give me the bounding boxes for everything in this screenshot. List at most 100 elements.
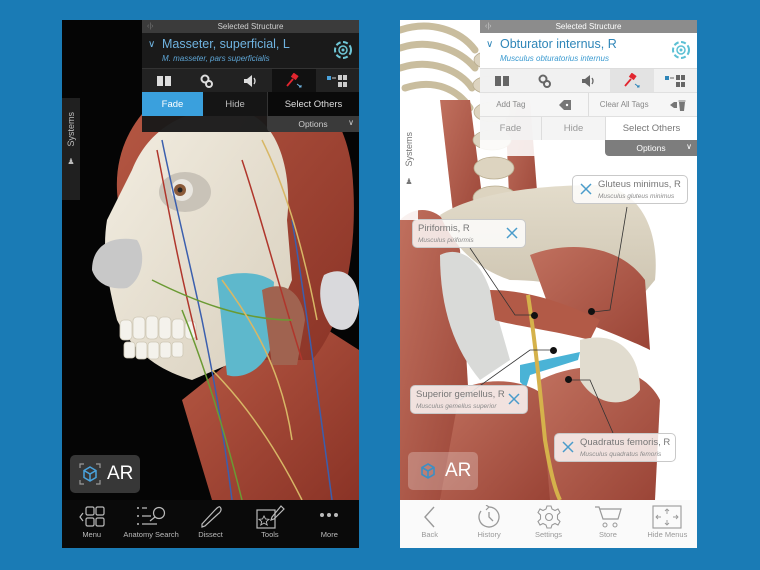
structure-latin-name: Musculus obturatorius internus (500, 54, 609, 63)
callout-name: Piriformis, R (418, 223, 470, 234)
speaker-icon (243, 74, 256, 87)
focus-target-icon[interactable] (671, 40, 691, 60)
close-icon[interactable] (561, 440, 575, 454)
history-label: History (477, 530, 501, 539)
panel-titlebar[interactable]: ‹|› Selected Structure (142, 20, 359, 33)
more-label: More (320, 530, 338, 539)
trash-tags-icon (670, 100, 686, 111)
structure-header[interactable]: ∨ Obturator internus, R Musculus obturat… (480, 33, 697, 68)
systems-tab-label: Systems (66, 112, 76, 147)
ar-cube-icon (79, 463, 101, 485)
options-button[interactable]: Options ∨ (267, 116, 359, 132)
isolate-button[interactable] (316, 69, 359, 92)
panel-titlebar[interactable]: ‹|› Selected Structure (480, 20, 697, 33)
bottom-toolbar: Back History Settings Store Hide Menus (400, 500, 697, 548)
anatomy-search-button[interactable]: Anatomy Search (121, 500, 180, 548)
panel-nav-arrows[interactable]: ‹|› (147, 20, 153, 33)
callout-name: Gluteus minimus, R (598, 179, 681, 190)
options-label: Options (636, 143, 666, 153)
fade-button[interactable]: Fade (142, 92, 203, 116)
callout-piriformis[interactable]: Piriformis, R Musculus piriformis (412, 219, 526, 248)
ar-cube-icon (421, 463, 435, 479)
hide-button[interactable]: Hide (203, 92, 267, 116)
dissect-button[interactable]: Dissect (181, 500, 240, 548)
collapse-chevron-icon[interactable]: ∨ (486, 39, 493, 50)
callout-quadratus-femoris[interactable]: Quadratus femoris, R Musculus quadratus … (554, 433, 676, 462)
callout-name: Superior gemellus, R (416, 389, 505, 400)
audio-button[interactable] (567, 69, 610, 92)
callout-latin: Musculus gluteus minimus (598, 193, 675, 200)
callout-gluteus-minimus[interactable]: Gluteus minimus, R Musculus gluteus mini… (572, 175, 688, 204)
ar-label: AR (445, 460, 472, 481)
book-button[interactable] (480, 69, 523, 92)
right-phone-screen: Gluteus minimus, R Musculus gluteus mini… (400, 20, 697, 548)
more-icon (320, 513, 339, 517)
structure-pin[interactable] (531, 312, 538, 319)
collapse-chevron-icon[interactable]: ∨ (148, 39, 155, 50)
stethoscope-icon (200, 74, 214, 88)
audio-button[interactable] (229, 69, 272, 92)
tag-icon (558, 99, 571, 110)
history-icon (478, 505, 500, 528)
history-button[interactable]: History (459, 500, 518, 548)
hide-button[interactable]: Hide (541, 117, 605, 140)
systems-tab-label: Systems (404, 132, 414, 167)
add-tag-button[interactable]: Add Tag (480, 93, 588, 116)
close-icon[interactable] (507, 392, 521, 406)
bottom-toolbar: Menu Anatomy Search Dissect Tools More (62, 500, 359, 548)
tools-button[interactable]: Tools (240, 500, 299, 548)
hide-menus-button[interactable]: Hide Menus (638, 500, 697, 548)
select-others-button[interactable]: Select Others (605, 117, 697, 140)
stethoscope-icon (538, 74, 552, 88)
add-tag-label: Add Tag (496, 100, 526, 109)
back-icon (423, 506, 435, 528)
stethoscope-button[interactable] (523, 69, 566, 92)
structure-pin[interactable] (565, 376, 572, 383)
structure-pin[interactable] (550, 347, 557, 354)
focus-target-icon[interactable] (333, 40, 353, 60)
chevron-down-icon: ∨ (348, 118, 354, 127)
isolate-button[interactable] (654, 69, 697, 92)
clear-all-tags-button[interactable]: Clear All Tags (588, 93, 697, 116)
fade-button[interactable]: Fade (480, 117, 541, 140)
callout-name: Quadratus femoris, R (580, 437, 671, 448)
panel-nav-arrows[interactable]: ‹|› (485, 20, 491, 33)
close-icon[interactable] (505, 226, 519, 240)
tools-icon (256, 505, 285, 529)
callout-latin: Musculus piriformis (418, 237, 474, 244)
systems-tab[interactable]: Systems ♟ (400, 118, 418, 220)
isolate-icon (327, 74, 348, 87)
select-others-button[interactable]: Select Others (267, 92, 359, 116)
options-button[interactable]: Options ∨ (605, 140, 697, 156)
more-button[interactable]: More (300, 500, 359, 548)
back-button[interactable]: Back (400, 500, 459, 548)
panel-title: Selected Structure (555, 22, 622, 31)
pin-tool-button[interactable] (610, 69, 654, 92)
callout-superior-gemellus[interactable]: Superior gemellus, R Musculus gemellus s… (410, 385, 528, 414)
settings-button[interactable]: Settings (519, 500, 578, 548)
structure-header[interactable]: ∨ Masseter, superficial, L M. masseter, … (142, 33, 359, 68)
body-figure-icon: ♟ (405, 176, 413, 186)
options-label: Options (298, 119, 328, 129)
ar-button[interactable]: AR (70, 455, 140, 493)
settings-icon (536, 505, 561, 529)
store-button[interactable]: Store (578, 500, 637, 548)
pin-tool-icon (286, 72, 302, 87)
store-label: Store (598, 530, 617, 539)
tag-row: Add Tag Clear All Tags (480, 92, 697, 116)
panel-icon-toolbar (480, 68, 697, 92)
settings-label: Settings (534, 530, 563, 539)
panel-action-row: Fade Hide Select Others (480, 116, 697, 140)
structure-latin-name: M. masseter, pars superficialis (162, 54, 270, 63)
book-button[interactable] (142, 69, 185, 92)
systems-tab[interactable]: Systems ♟ (62, 98, 80, 200)
ar-button[interactable]: AR (408, 452, 478, 490)
ar-label: AR (107, 463, 134, 484)
speaker-icon (581, 74, 594, 87)
menu-button[interactable]: Menu (62, 500, 121, 548)
structure-pin[interactable] (588, 308, 595, 315)
tools-label: Tools (261, 530, 279, 539)
stethoscope-button[interactable] (185, 69, 228, 92)
close-icon[interactable] (579, 182, 593, 196)
pin-tool-button[interactable] (272, 69, 316, 92)
